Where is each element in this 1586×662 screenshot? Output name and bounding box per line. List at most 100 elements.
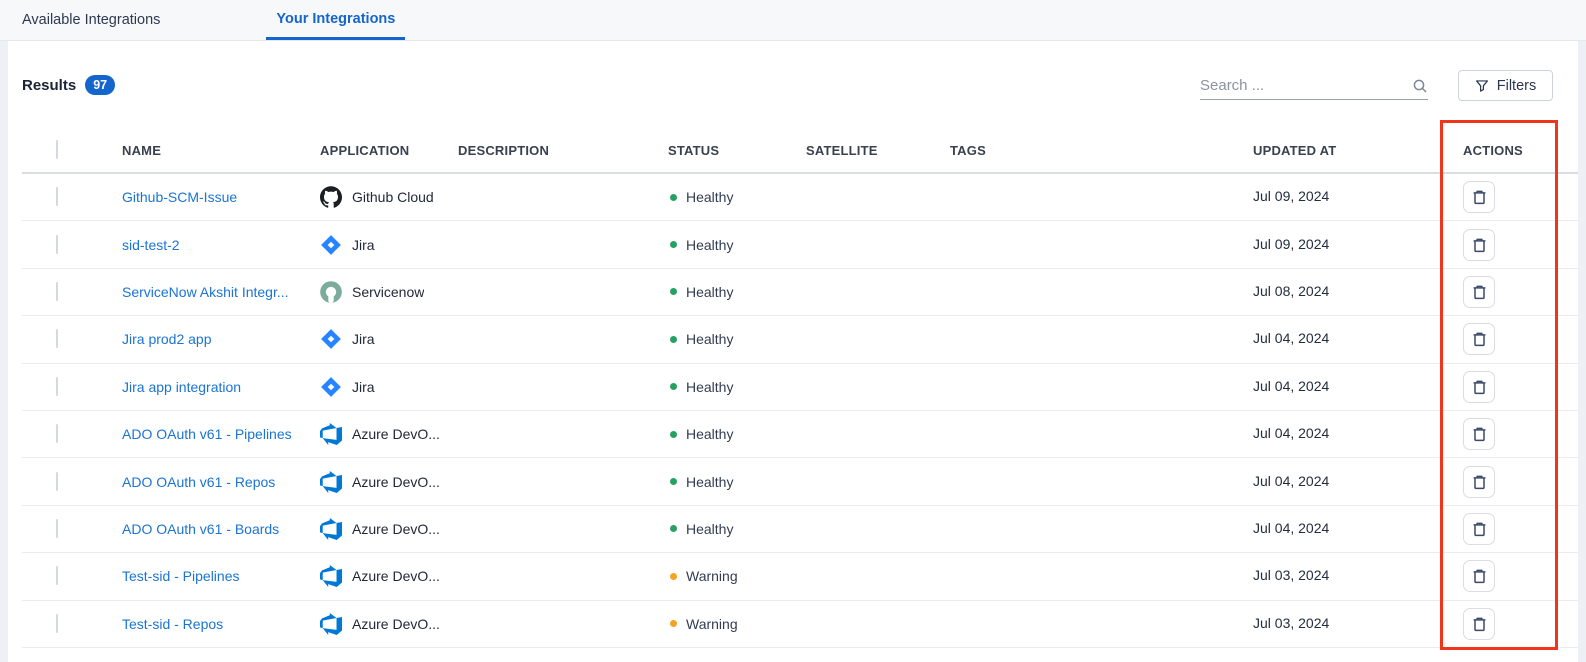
column-header-status: STATUS [668, 143, 806, 158]
application-label: Github Cloud [352, 189, 434, 205]
column-header-name: NAME [102, 143, 320, 158]
application-label: Azure DevO... [352, 521, 440, 537]
search-field [1200, 72, 1428, 100]
trash-icon [1472, 616, 1487, 632]
status-cell: Healthy [668, 474, 806, 490]
search-input[interactable] [1200, 77, 1400, 94]
row-checkbox[interactable] [56, 329, 58, 348]
trash-icon [1472, 426, 1487, 442]
updated-at: Jul 03, 2024 [1253, 567, 1329, 583]
status-dot [670, 431, 677, 438]
table-row: Jira app integration Jira Healthy Jul 04… [22, 364, 1578, 411]
column-header-satellite: SATELLITE [806, 143, 950, 158]
delete-button[interactable] [1463, 371, 1495, 403]
integration-name-link[interactable]: Test-sid - Repos [122, 616, 320, 632]
updated-at: Jul 08, 2024 [1253, 283, 1329, 299]
table-body: Github-SCM-Issue Github Cloud Healthy Ju… [22, 174, 1578, 648]
status-label: Healthy [686, 379, 733, 395]
row-checkbox[interactable] [56, 235, 58, 254]
integration-name-link[interactable]: Github-SCM-Issue [122, 189, 320, 205]
row-checkbox[interactable] [56, 424, 58, 443]
table-row: Test-sid - Repos Azure DevO... Warning J… [22, 601, 1578, 648]
trash-icon [1472, 379, 1487, 395]
jira-icon [320, 376, 342, 398]
delete-button[interactable] [1463, 276, 1495, 308]
application-label: Jira [352, 379, 375, 395]
delete-button[interactable] [1463, 181, 1495, 213]
integration-name-link[interactable]: ADO OAuth v61 - Repos [122, 474, 320, 490]
updated-at: Jul 04, 2024 [1253, 330, 1329, 346]
tab-your-integrations[interactable]: Your Integrations [266, 0, 405, 40]
filters-button-label: Filters [1497, 78, 1536, 94]
table-header: NAME APPLICATION DESCRIPTION STATUS SATE… [22, 128, 1578, 174]
trash-icon [1472, 189, 1487, 205]
azure-devops-icon [320, 471, 342, 493]
azure-devops-icon [320, 613, 342, 635]
updated-at: Jul 09, 2024 [1253, 188, 1329, 204]
row-checkbox[interactable] [56, 187, 58, 206]
row-checkbox[interactable] [56, 282, 58, 301]
status-label: Healthy [686, 521, 733, 537]
delete-button[interactable] [1463, 466, 1495, 498]
application-label: Servicenow [352, 284, 424, 300]
search-icon[interactable] [1412, 78, 1428, 94]
integration-name-link[interactable]: ADO OAuth v61 - Pipelines [122, 426, 320, 442]
column-header-tags: TAGS [950, 143, 1251, 158]
tab-available-integrations[interactable]: Available Integrations [22, 0, 160, 40]
azure-devops-icon [320, 565, 342, 587]
jira-icon [320, 234, 342, 256]
status-dot [670, 573, 677, 580]
delete-button[interactable] [1463, 229, 1495, 261]
integration-name-link[interactable]: Jira app integration [122, 379, 320, 395]
delete-button[interactable] [1463, 418, 1495, 450]
status-cell: Healthy [668, 284, 806, 300]
delete-button[interactable] [1463, 323, 1495, 355]
delete-button[interactable] [1463, 513, 1495, 545]
integration-name-link[interactable]: Test-sid - Pipelines [122, 568, 320, 584]
updated-at: Jul 04, 2024 [1253, 520, 1329, 536]
status-label: Healthy [686, 474, 733, 490]
status-dot [670, 194, 677, 201]
table-row: Test-sid - Pipelines Azure DevO... Warni… [22, 553, 1578, 600]
delete-button[interactable] [1463, 608, 1495, 640]
trash-icon [1472, 474, 1487, 490]
row-checkbox[interactable] [56, 377, 58, 396]
updated-at: Jul 09, 2024 [1253, 236, 1329, 252]
column-header-application: APPLICATION [320, 143, 458, 158]
status-cell: Healthy [668, 379, 806, 395]
table-row: ADO OAuth v61 - Boards Azure DevO... Hea… [22, 506, 1578, 553]
updated-at: Jul 04, 2024 [1253, 425, 1329, 441]
table-row: sid-test-2 Jira Healthy Jul 09, 2024 [22, 221, 1578, 268]
table-row: ServiceNow Akshit Integr... Servicenow H… [22, 269, 1578, 316]
status-label: Warning [686, 568, 738, 584]
status-dot [670, 241, 677, 248]
column-header-actions: ACTIONS [1459, 143, 1578, 158]
github-icon [320, 186, 342, 208]
row-checkbox[interactable] [56, 614, 58, 633]
integration-name-link[interactable]: ServiceNow Akshit Integr... [122, 284, 320, 300]
integration-name-link[interactable]: ADO OAuth v61 - Boards [122, 521, 320, 537]
trash-icon [1472, 237, 1487, 253]
application-label: Jira [352, 331, 375, 347]
row-checkbox[interactable] [56, 519, 58, 538]
status-dot [670, 525, 677, 532]
filters-button[interactable]: Filters [1458, 70, 1553, 101]
azure-devops-icon [320, 518, 342, 540]
application-label: Jira [352, 237, 375, 253]
application-label: Azure DevO... [352, 474, 440, 490]
trash-icon [1472, 521, 1487, 537]
integration-name-link[interactable]: Jira prod2 app [122, 331, 320, 347]
select-all-checkbox[interactable] [56, 140, 58, 159]
delete-button[interactable] [1463, 560, 1495, 592]
table-row: ADO OAuth v61 - Repos Azure DevO... Heal… [22, 458, 1578, 505]
status-dot [670, 620, 677, 627]
application-label: Azure DevO... [352, 568, 440, 584]
jira-icon [320, 328, 342, 350]
integration-name-link[interactable]: sid-test-2 [122, 237, 320, 253]
application-label: Azure DevO... [352, 616, 440, 632]
status-label: Warning [686, 616, 738, 632]
row-checkbox[interactable] [56, 472, 58, 491]
tab-bar: Available Integrations Your Integrations [0, 0, 1586, 41]
row-checkbox[interactable] [56, 566, 58, 585]
azure-devops-icon [320, 423, 342, 445]
